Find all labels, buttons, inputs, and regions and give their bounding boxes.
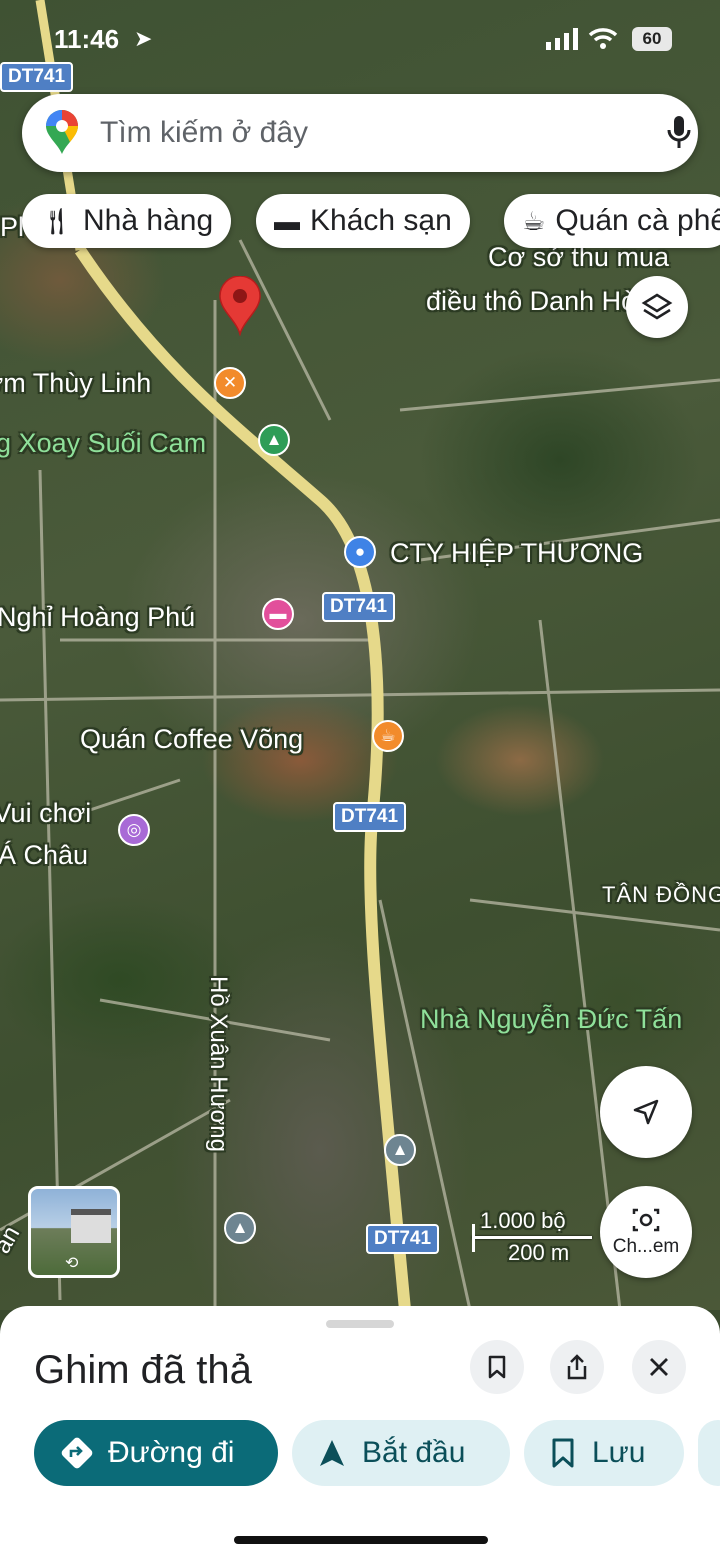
directions-button[interactable]: Đường đi xyxy=(34,1420,278,1486)
maps-logo-icon xyxy=(46,110,78,154)
chip-label: Quán cà phê xyxy=(555,204,720,237)
navigation-arrow-icon xyxy=(633,1099,659,1125)
school-poi-icon[interactable]: ▲ xyxy=(384,1134,416,1166)
hotel-icon: ▬ xyxy=(274,205,300,236)
restaurant-poi-icon[interactable]: ✕ xyxy=(214,367,246,399)
map-label-vui-choi-line1[interactable]: Khu Vui chơi xyxy=(0,798,91,829)
map-label-vui-choi-line2[interactable]: Á Châu xyxy=(0,840,88,871)
street-view-thumbnail[interactable]: ⟲ xyxy=(28,1186,120,1278)
coffee-icon: ☕︎ xyxy=(522,205,546,236)
scale-bar: 1.000 bộ 200 m xyxy=(472,1208,602,1270)
search-bar[interactable]: Tìm kiếm ở đây xyxy=(22,94,698,172)
dropped-pin-icon[interactable] xyxy=(218,276,262,336)
chip-label: Nhà hàng xyxy=(83,204,214,237)
camera-search-button[interactable]: Ch...em xyxy=(600,1186,692,1278)
road-shield: DT741 xyxy=(322,592,396,622)
map-label-ho-xuan-huong: Hồ Xuân Hương xyxy=(204,976,232,1152)
bookmark-icon xyxy=(552,1438,574,1468)
status-bar: 11:46 ➤ 60 xyxy=(0,24,720,58)
search-input[interactable]: Tìm kiếm ở đây xyxy=(100,116,308,150)
map-label-partial: Pl xyxy=(0,212,25,242)
home-indicator xyxy=(234,1536,488,1544)
map-label-co-so-line2[interactable]: điều thô Danh Hòa xyxy=(426,286,651,317)
save-button[interactable]: Lưu xyxy=(524,1420,684,1486)
road-shield: DT741 xyxy=(0,62,74,92)
wifi-icon xyxy=(588,28,618,49)
map-label-suoi-cam[interactable]: Vòng Xoay Suối Cam xyxy=(0,428,206,459)
save-icon-button[interactable] xyxy=(470,1340,524,1394)
start-button[interactable]: Bắt đầu xyxy=(292,1420,510,1486)
battery-indicator: 60 xyxy=(632,27,672,51)
chip-restaurants[interactable]: 🍴︎ Nhà hàng xyxy=(22,194,232,248)
place-sheet[interactable]: Ghim đã thả Đường đi Bắt đầu Lưu xyxy=(0,1306,720,1558)
map-label-thuy-linh[interactable]: Cơm Thùy Linh xyxy=(0,368,151,399)
road-shield: DT741 xyxy=(333,802,407,832)
restaurant-icon: 🍴︎ xyxy=(40,205,74,236)
clock: 11:46 xyxy=(54,24,120,54)
navigation-arrow-icon xyxy=(320,1440,344,1466)
map-label-hiep-thuong[interactable]: CTY HIỆP THƯƠNG xyxy=(390,538,643,569)
share-button[interactable] xyxy=(550,1340,604,1394)
directions-label: Đường đi xyxy=(108,1436,235,1469)
scale-metric: 200 m xyxy=(508,1240,570,1265)
share-icon xyxy=(567,1354,587,1380)
dt741-road xyxy=(75,246,411,1310)
bookmark-icon xyxy=(488,1355,506,1379)
save-label: Lưu xyxy=(592,1436,646,1469)
camera-label: Ch...em xyxy=(612,1236,680,1257)
map-label-coffee-vong[interactable]: Quán Coffee Võng xyxy=(80,724,303,755)
rotate-360-icon: ⟲ xyxy=(65,1255,79,1272)
more-actions-chip[interactable] xyxy=(698,1420,720,1486)
attraction-poi-icon[interactable]: ◎ xyxy=(118,814,150,846)
shop-poi-icon[interactable]: ● xyxy=(344,536,376,568)
map-label-nguyen-duc[interactable]: Nhà Nguyễn Đức Tấn xyxy=(420,1004,682,1035)
scale-imperial: 1.000 bộ xyxy=(480,1208,566,1233)
map-label-tan-dong: TÂN ĐỒNG xyxy=(602,882,720,907)
cafe-poi-icon[interactable]: ☕ xyxy=(372,720,404,752)
road-shield: DT741 xyxy=(366,1224,440,1254)
map-label-hoang-phu[interactable]: Nhà Nghỉ Hoàng Phú xyxy=(0,602,195,633)
close-icon xyxy=(650,1358,668,1376)
chip-hotels[interactable]: ▬ Khách sạn xyxy=(256,194,470,248)
chip-label: Khách sạn xyxy=(310,204,452,237)
chip-coffee[interactable]: ☕︎ Quán cà phê xyxy=(504,194,720,248)
directions-icon xyxy=(61,1437,93,1469)
location-arrow-icon: ➤ xyxy=(134,26,153,51)
start-label: Bắt đầu xyxy=(362,1436,466,1469)
signal-icon xyxy=(546,28,578,50)
lodging-poi-icon[interactable]: ▬ xyxy=(262,598,294,630)
camera-icon xyxy=(632,1208,660,1232)
park-poi-icon[interactable]: ▲ xyxy=(258,424,290,456)
microphone-icon[interactable] xyxy=(666,114,692,152)
layers-icon xyxy=(641,293,673,320)
my-location-button[interactable] xyxy=(600,1066,692,1158)
school-poi-icon[interactable]: ▲ xyxy=(224,1212,256,1244)
layers-button[interactable] xyxy=(626,276,688,338)
close-button[interactable] xyxy=(632,1340,686,1394)
drag-handle[interactable] xyxy=(326,1320,394,1328)
sheet-title: Ghim đã thả xyxy=(34,1348,252,1392)
